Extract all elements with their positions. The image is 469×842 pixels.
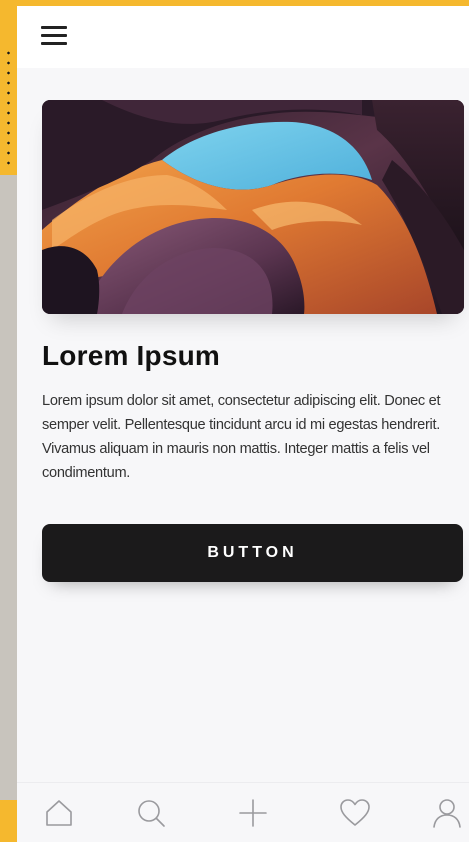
background-left-strip-bottom	[0, 800, 17, 842]
primary-button[interactable]: BUTTON	[42, 524, 463, 582]
user-icon	[433, 799, 461, 828]
canyon-photo	[42, 100, 464, 314]
plus-icon	[239, 799, 267, 827]
tab-profile[interactable]	[417, 783, 469, 842]
card-title: Lorem Ipsum	[42, 340, 221, 371]
tab-add[interactable]	[223, 783, 283, 842]
hamburger-menu-icon[interactable]	[41, 26, 67, 46]
tab-search[interactable]	[121, 783, 181, 842]
tab-home[interactable]	[29, 783, 89, 842]
search-icon	[138, 800, 165, 827]
tab-favorites[interactable]	[325, 783, 385, 842]
top-bar	[17, 6, 469, 68]
bottom-tab-bar	[17, 782, 469, 842]
heart-icon	[340, 799, 370, 826]
phone-screen: Lorem Ipsum Lorem ipsum dolor sit amet, …	[17, 6, 469, 842]
background-dots	[7, 48, 10, 168]
card-body-text: Lorem ipsum dolor sit amet, consectetur …	[42, 393, 441, 481]
home-icon	[46, 800, 72, 826]
